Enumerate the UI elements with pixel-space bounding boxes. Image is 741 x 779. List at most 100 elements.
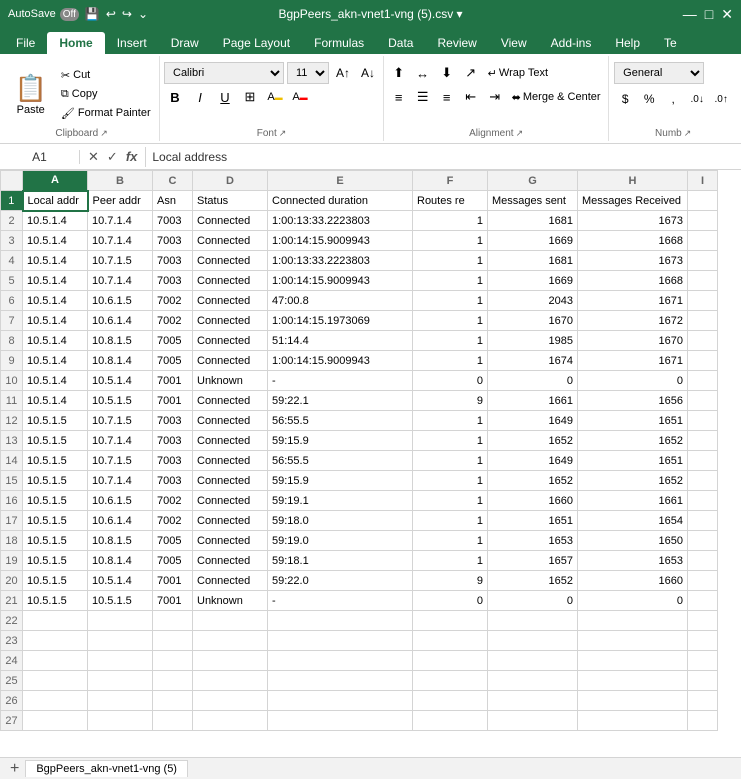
cell[interactable]: 9: [413, 571, 488, 591]
cell[interactable]: [688, 451, 718, 471]
number-expand-icon[interactable]: ↗: [684, 128, 692, 139]
cell[interactable]: [88, 691, 153, 711]
cell[interactable]: 1: [413, 511, 488, 531]
col-header-A[interactable]: A: [23, 171, 88, 191]
cell[interactable]: [488, 611, 578, 631]
cell[interactable]: [688, 231, 718, 251]
cell[interactable]: [688, 391, 718, 411]
cell[interactable]: [688, 511, 718, 531]
cell[interactable]: 0: [413, 591, 488, 611]
tab-page-layout[interactable]: Page Layout: [211, 32, 302, 54]
cell[interactable]: [688, 591, 718, 611]
cell[interactable]: 1: [413, 411, 488, 431]
cell[interactable]: 10.7.1.4: [88, 471, 153, 491]
cell[interactable]: 10.5.1.4: [23, 371, 88, 391]
cell[interactable]: 7005: [153, 531, 193, 551]
cell[interactable]: 1681: [488, 251, 578, 271]
cell[interactable]: 7002: [153, 511, 193, 531]
cell[interactable]: [688, 611, 718, 631]
cell[interactable]: 1652: [578, 431, 688, 451]
cell[interactable]: [88, 711, 153, 731]
cell[interactable]: 10.5.1.4: [23, 351, 88, 371]
cell[interactable]: 59:15.9: [268, 471, 413, 491]
cell[interactable]: [578, 691, 688, 711]
cell[interactable]: [688, 691, 718, 711]
cell[interactable]: 7003: [153, 231, 193, 251]
cell[interactable]: 1661: [578, 491, 688, 511]
cell[interactable]: 1: [413, 271, 488, 291]
cell[interactable]: [688, 431, 718, 451]
cell[interactable]: 10.7.1.5: [88, 251, 153, 271]
tab-draw[interactable]: Draw: [159, 32, 211, 54]
cell[interactable]: 2043: [488, 291, 578, 311]
cell[interactable]: 1672: [578, 311, 688, 331]
cell[interactable]: 1: [413, 431, 488, 451]
cell[interactable]: 59:19.1: [268, 491, 413, 511]
cell[interactable]: [488, 671, 578, 691]
cell[interactable]: Connected: [193, 311, 268, 331]
cell[interactable]: 1: [413, 451, 488, 471]
cell[interactable]: [268, 631, 413, 651]
col-header-C[interactable]: C: [153, 171, 193, 191]
tab-addins[interactable]: Add-ins: [539, 32, 604, 54]
tab-file[interactable]: File: [4, 32, 47, 54]
cell[interactable]: 9: [413, 391, 488, 411]
customize-icon[interactable]: ⌄: [138, 7, 148, 21]
cell[interactable]: 1673: [578, 211, 688, 231]
cell[interactable]: 10.5.1.5: [23, 571, 88, 591]
cell[interactable]: 10.7.1.5: [88, 451, 153, 471]
cell[interactable]: 1660: [578, 571, 688, 591]
cell[interactable]: [688, 491, 718, 511]
cell[interactable]: 10.7.1.4: [88, 271, 153, 291]
cell[interactable]: 10.8.1.4: [88, 551, 153, 571]
cell[interactable]: Routes re: [413, 191, 488, 211]
cell[interactable]: 10.5.1.5: [23, 471, 88, 491]
underline-button[interactable]: U: [214, 86, 236, 108]
align-center-btn[interactable]: ☰: [412, 86, 434, 108]
cell[interactable]: [153, 651, 193, 671]
cell[interactable]: 7002: [153, 491, 193, 511]
cell[interactable]: Connected: [193, 531, 268, 551]
cell[interactable]: 1: [413, 291, 488, 311]
decrease-indent-btn[interactable]: ⇤: [460, 86, 482, 108]
cell[interactable]: Connected duration: [268, 191, 413, 211]
cell[interactable]: Messages Received: [578, 191, 688, 211]
cell[interactable]: 59:19.0: [268, 531, 413, 551]
cell[interactable]: 1: [413, 231, 488, 251]
cell[interactable]: 10.7.1.5: [88, 411, 153, 431]
cell[interactable]: 10.5.1.5: [23, 511, 88, 531]
cell[interactable]: 10.5.1.5: [23, 491, 88, 511]
cell[interactable]: 7005: [153, 551, 193, 571]
cell[interactable]: [193, 691, 268, 711]
cell[interactable]: [193, 611, 268, 631]
cell[interactable]: [413, 671, 488, 691]
cell[interactable]: [413, 611, 488, 631]
cell[interactable]: 10.6.1.5: [88, 291, 153, 311]
cell[interactable]: 1656: [578, 391, 688, 411]
cell[interactable]: 1:00:14:15.1973069: [268, 311, 413, 331]
cell[interactable]: 1: [413, 531, 488, 551]
cell[interactable]: 7003: [153, 251, 193, 271]
cell[interactable]: [488, 711, 578, 731]
cell[interactable]: 51:14.4: [268, 331, 413, 351]
cell[interactable]: [23, 711, 88, 731]
col-header-B[interactable]: B: [88, 171, 153, 191]
cut-button[interactable]: ✂ Cut: [57, 67, 155, 84]
cell[interactable]: 7005: [153, 331, 193, 351]
cell[interactable]: 1668: [578, 231, 688, 251]
decrease-decimal-btn[interactable]: .0↓: [686, 88, 708, 110]
cell[interactable]: 7003: [153, 271, 193, 291]
cell[interactable]: 1651: [578, 451, 688, 471]
cell[interactable]: 10.5.1.4: [23, 391, 88, 411]
cell[interactable]: [688, 631, 718, 651]
formula-input[interactable]: [146, 150, 741, 164]
cell[interactable]: Connected: [193, 331, 268, 351]
cell[interactable]: [688, 311, 718, 331]
cell[interactable]: [88, 651, 153, 671]
cell[interactable]: [578, 611, 688, 631]
bold-button[interactable]: B: [164, 86, 186, 108]
col-header-E[interactable]: E: [268, 171, 413, 191]
increase-font-btn[interactable]: A↑: [332, 62, 354, 84]
clipboard-expand-icon[interactable]: ↗: [100, 128, 108, 139]
cell[interactable]: Connected: [193, 291, 268, 311]
